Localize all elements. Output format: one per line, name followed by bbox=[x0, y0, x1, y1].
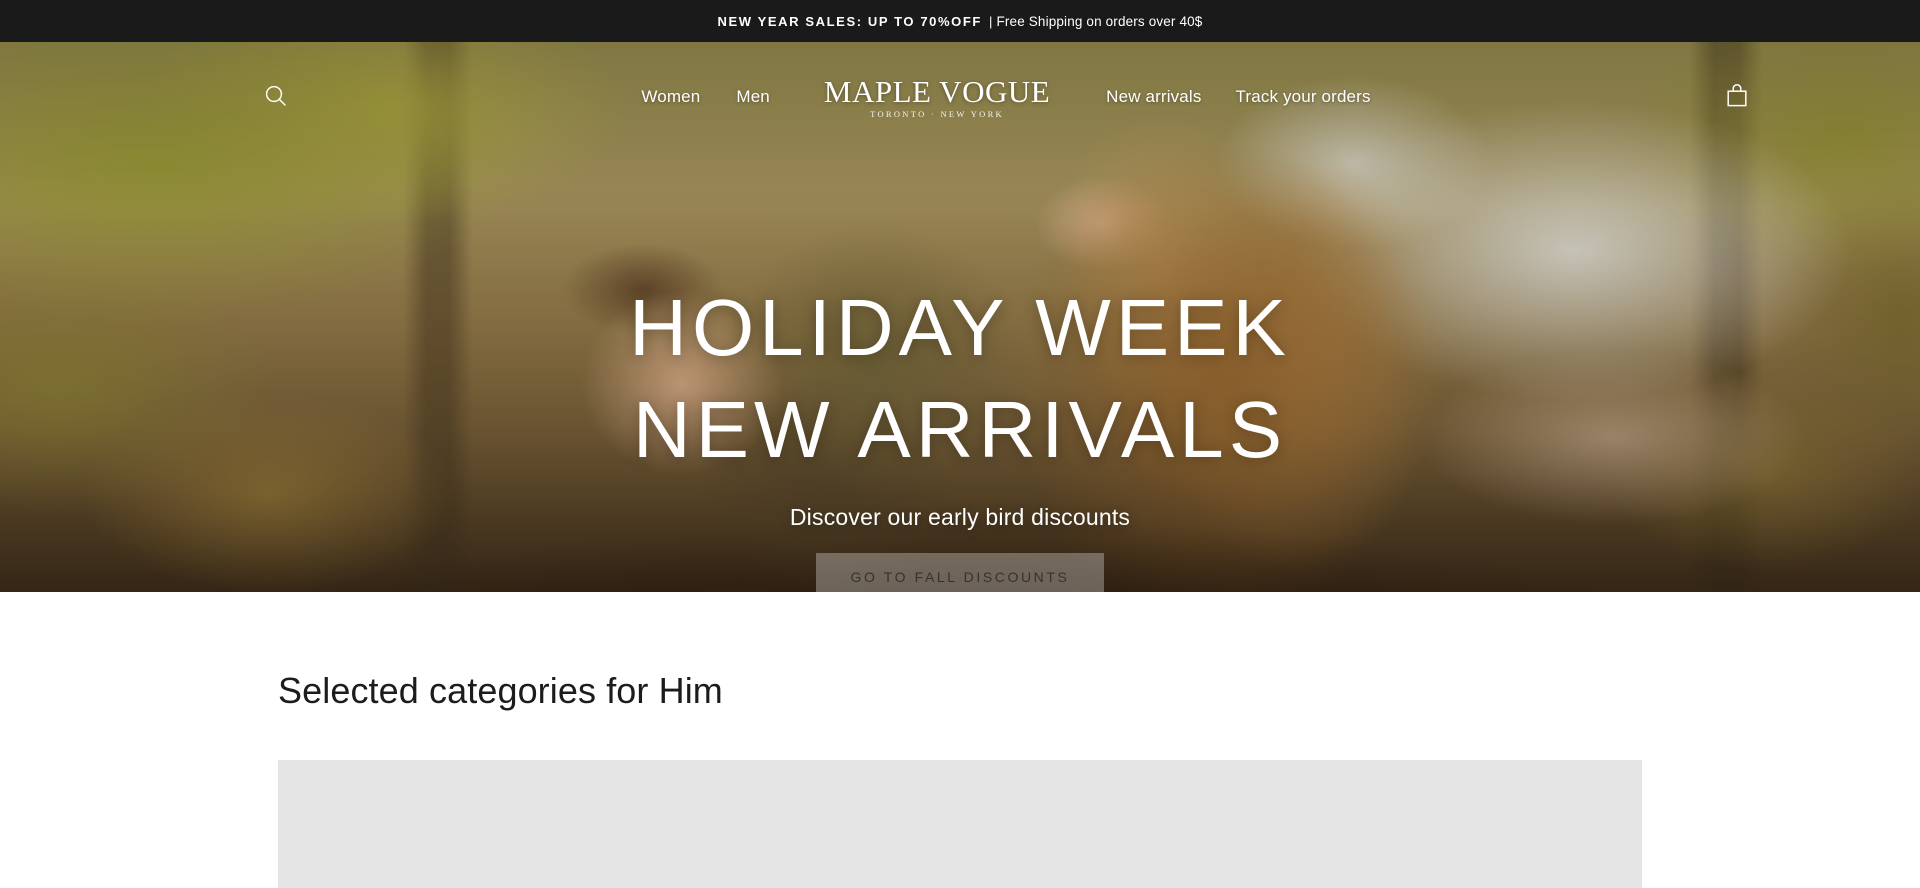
hero-subtitle: Discover our early bird discounts bbox=[789, 504, 1131, 530]
nav-item-new-arrivals[interactable]: New arrivals bbox=[1106, 81, 1201, 113]
announcement-separator: | bbox=[988, 13, 993, 29]
selected-categories-section: Selected categories for Him bbox=[0, 592, 1920, 888]
hero-title: HOLIDAY WEEK NEW ARRIVALS bbox=[0, 288, 1920, 470]
main-navigation: Women Men MAPLE VOGUE TORONTO · NEW YORK… bbox=[298, 76, 1714, 119]
nav-item-women[interactable]: Women bbox=[641, 81, 700, 113]
announcement-text: NEW YEAR SALES: UP TO 70%OFF | Free Ship… bbox=[718, 14, 1203, 29]
category-card-grid bbox=[250, 760, 1670, 888]
hero-title-line-1: HOLIDAY WEEK bbox=[629, 283, 1291, 372]
site-header: Women Men MAPLE VOGUE TORONTO · NEW YORK… bbox=[0, 42, 1920, 152]
shopping-bag-icon bbox=[1724, 82, 1750, 113]
announcement-bar: NEW YEAR SALES: UP TO 70%OFF | Free Ship… bbox=[0, 0, 1920, 42]
hero-banner: Women Men MAPLE VOGUE TORONTO · NEW YORK… bbox=[0, 42, 1920, 592]
nav-group-left: Women Men bbox=[641, 81, 770, 113]
nav-item-track-your-orders[interactable]: Track your orders bbox=[1236, 81, 1371, 113]
search-button[interactable] bbox=[254, 75, 298, 119]
logo-name: MAPLE VOGUE bbox=[823, 73, 1051, 109]
site-logo[interactable]: MAPLE VOGUE TORONTO · NEW YORK bbox=[824, 76, 1050, 119]
announcement-headline: NEW YEAR SALES: UP TO 70%OFF bbox=[717, 13, 982, 29]
category-card-placeholder[interactable] bbox=[278, 760, 1642, 888]
logo-tagline: TORONTO · NEW YORK bbox=[870, 108, 1004, 119]
search-icon bbox=[263, 83, 289, 112]
hero-cta-button[interactable]: GO TO FALL DISCOUNTS bbox=[816, 553, 1104, 592]
hero-title-line-2: NEW ARRIVALS bbox=[632, 385, 1288, 474]
hero-content: HOLIDAY WEEK NEW ARRIVALS Discover our e… bbox=[0, 288, 1920, 592]
announcement-shipping-note: Free Shipping on orders over 40$ bbox=[996, 13, 1203, 29]
nav-group-right: New arrivals Track your orders bbox=[1106, 81, 1370, 113]
cart-button[interactable] bbox=[1714, 74, 1760, 120]
section-title: Selected categories for Him bbox=[278, 670, 723, 711]
nav-item-men[interactable]: Men bbox=[736, 81, 770, 113]
